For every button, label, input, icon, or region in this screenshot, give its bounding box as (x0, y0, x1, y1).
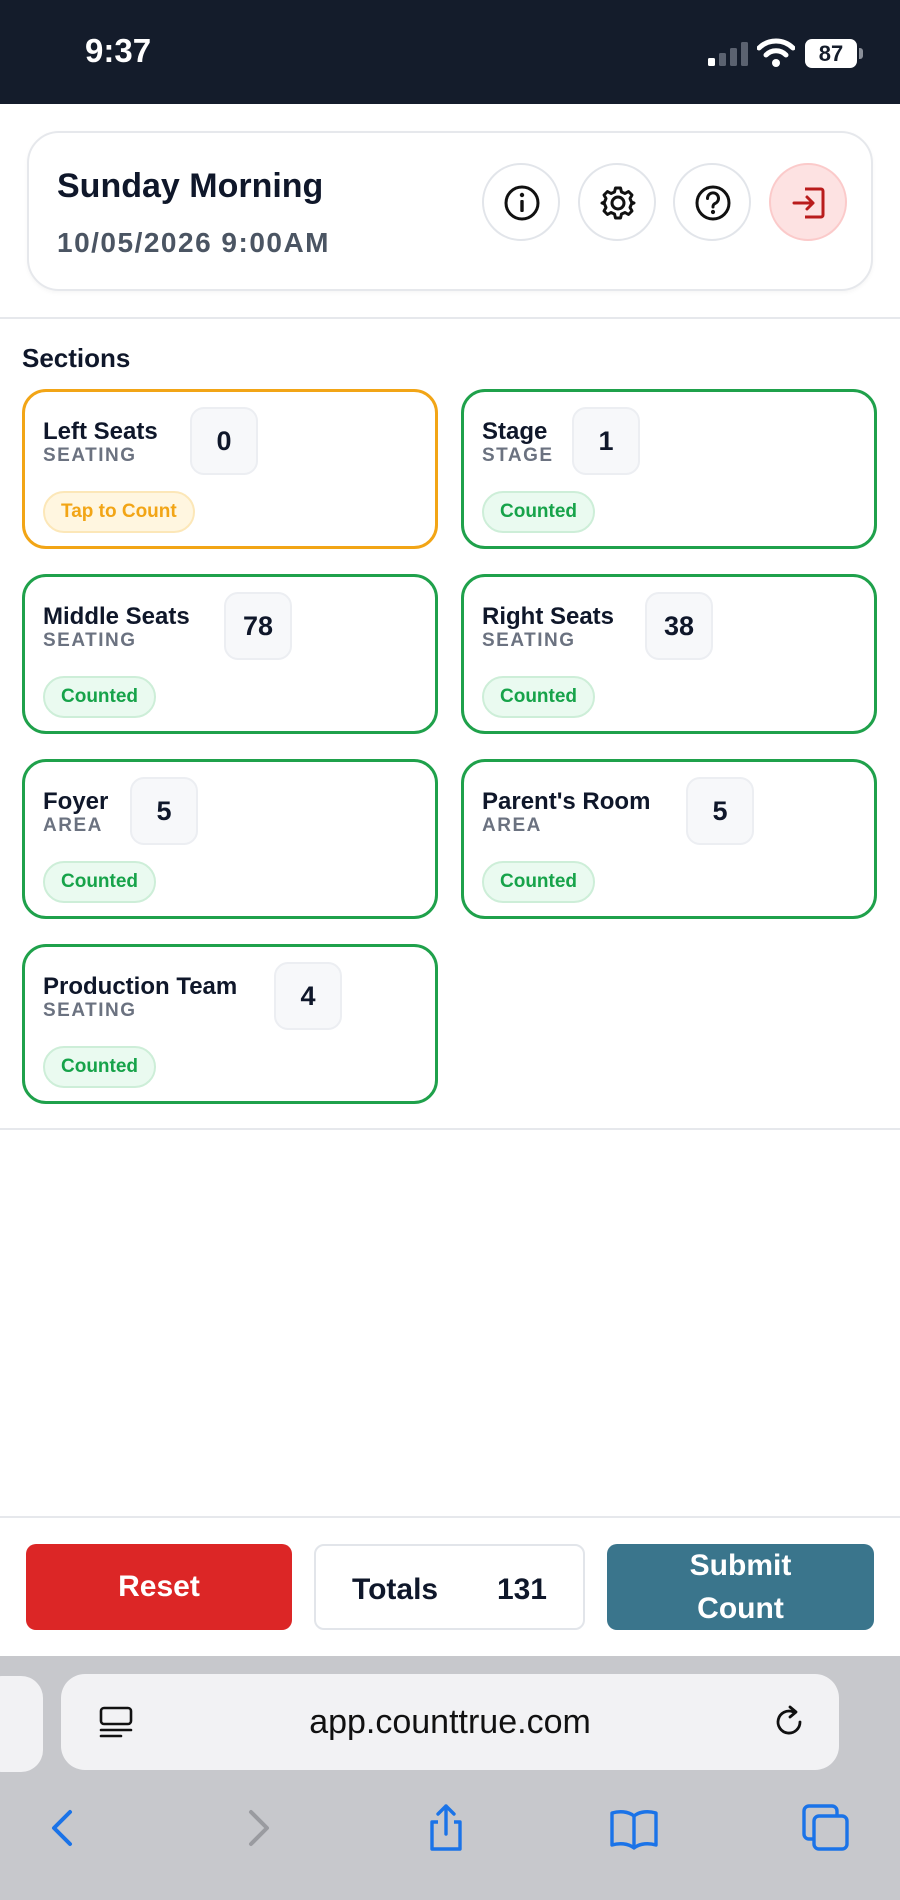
section-card-right-seats[interactable]: Right Seats SEATING 38 Counted (461, 574, 877, 734)
section-type: AREA (43, 815, 103, 836)
info-button[interactable] (482, 163, 560, 241)
back-icon[interactable] (36, 1802, 88, 1854)
section-type: STAGE (482, 445, 554, 466)
status-badge: Counted (43, 861, 157, 903)
section-count: 5 (130, 777, 198, 845)
battery-level: 87 (818, 41, 844, 66)
settings-button[interactable] (578, 163, 656, 241)
share-icon[interactable] (420, 1802, 472, 1854)
section-count: 0 (190, 407, 258, 475)
browser-toolbar: app.counttrue.com (0, 1656, 900, 1900)
sections-heading: Sections (22, 343, 131, 373)
status-badge: Counted (43, 1046, 157, 1088)
event-header-card: Sunday Morning 10/05/2026 9:00AM (27, 131, 873, 291)
section-name: Right Seats (482, 603, 615, 630)
section-card-production-team[interactable]: Production Team SEATING 4 Counted (22, 944, 438, 1104)
section-type: SEATING (482, 630, 576, 651)
event-datetime: 10/05/2026 9:00AM (57, 227, 331, 258)
section-count: 1 (572, 407, 640, 475)
totals-value: 131 (496, 1573, 547, 1606)
section-card-stage[interactable]: Stage STAGE 1 Counted (461, 389, 877, 549)
reload-icon[interactable] (769, 1702, 809, 1742)
section-card-left-seats[interactable]: Left Seats SEATING 0 Tap to Count (22, 389, 438, 549)
forward-icon[interactable] (233, 1802, 285, 1854)
sections-divider (0, 1128, 900, 1130)
section-name: Foyer (43, 788, 109, 815)
reset-button[interactable]: Reset (26, 1544, 292, 1630)
header-divider (0, 317, 900, 319)
exit-button[interactable] (769, 163, 847, 241)
section-name: Stage (482, 418, 548, 445)
bookmarks-icon[interactable] (608, 1802, 660, 1854)
info-icon (504, 185, 540, 221)
submit-label-line2: Count (697, 1592, 784, 1625)
help-icon (695, 185, 731, 221)
status-badge: Counted (482, 676, 596, 718)
address-bar[interactable]: app.counttrue.com (61, 1674, 839, 1770)
event-title: Sunday Morning (57, 167, 324, 205)
section-count: 4 (274, 962, 342, 1030)
status-badge: Tap to Count (43, 491, 195, 533)
status-bar: 9:37 87 (0, 0, 900, 104)
section-card-parents-room[interactable]: Parent's Room AREA 5 Counted (461, 759, 877, 919)
previous-tab-preview[interactable] (0, 1676, 43, 1772)
exit-icon (792, 187, 825, 219)
status-badge: Counted (482, 861, 596, 903)
url-text: app.counttrue.com (309, 1703, 591, 1741)
wifi-icon (757, 38, 795, 67)
section-type: AREA (482, 815, 542, 836)
submit-label-line1: Submit (689, 1549, 792, 1582)
totals-label: Totals (352, 1573, 439, 1606)
section-type: SEATING (43, 445, 137, 466)
section-type: SEATING (43, 630, 137, 651)
signal-icon (708, 42, 748, 66)
status-badge: Counted (482, 491, 596, 533)
status-badge: Counted (43, 676, 157, 718)
section-count: 5 (686, 777, 754, 845)
tabs-icon[interactable] (800, 1802, 852, 1854)
section-card-middle-seats[interactable]: Middle Seats SEATING 78 Counted (22, 574, 438, 734)
section-name: Left Seats (43, 418, 158, 445)
section-name: Production Team (43, 973, 238, 1000)
battery-icon: 87 (805, 39, 863, 68)
action-bar: Reset Totals 131 Submit Count (0, 1516, 900, 1656)
section-name: Middle Seats (43, 603, 190, 630)
section-count: 78 (224, 592, 292, 660)
section-card-foyer[interactable]: Foyer AREA 5 Counted (22, 759, 438, 919)
section-count: 38 (645, 592, 713, 660)
section-name: Parent's Room (482, 788, 651, 815)
submit-count-button[interactable]: Submit Count (607, 1544, 874, 1630)
gear-icon (600, 186, 636, 220)
help-button[interactable] (673, 163, 751, 241)
section-type: SEATING (43, 1000, 137, 1021)
totals-box: Totals 131 (314, 1544, 585, 1630)
status-time: 9:37 (85, 32, 152, 69)
